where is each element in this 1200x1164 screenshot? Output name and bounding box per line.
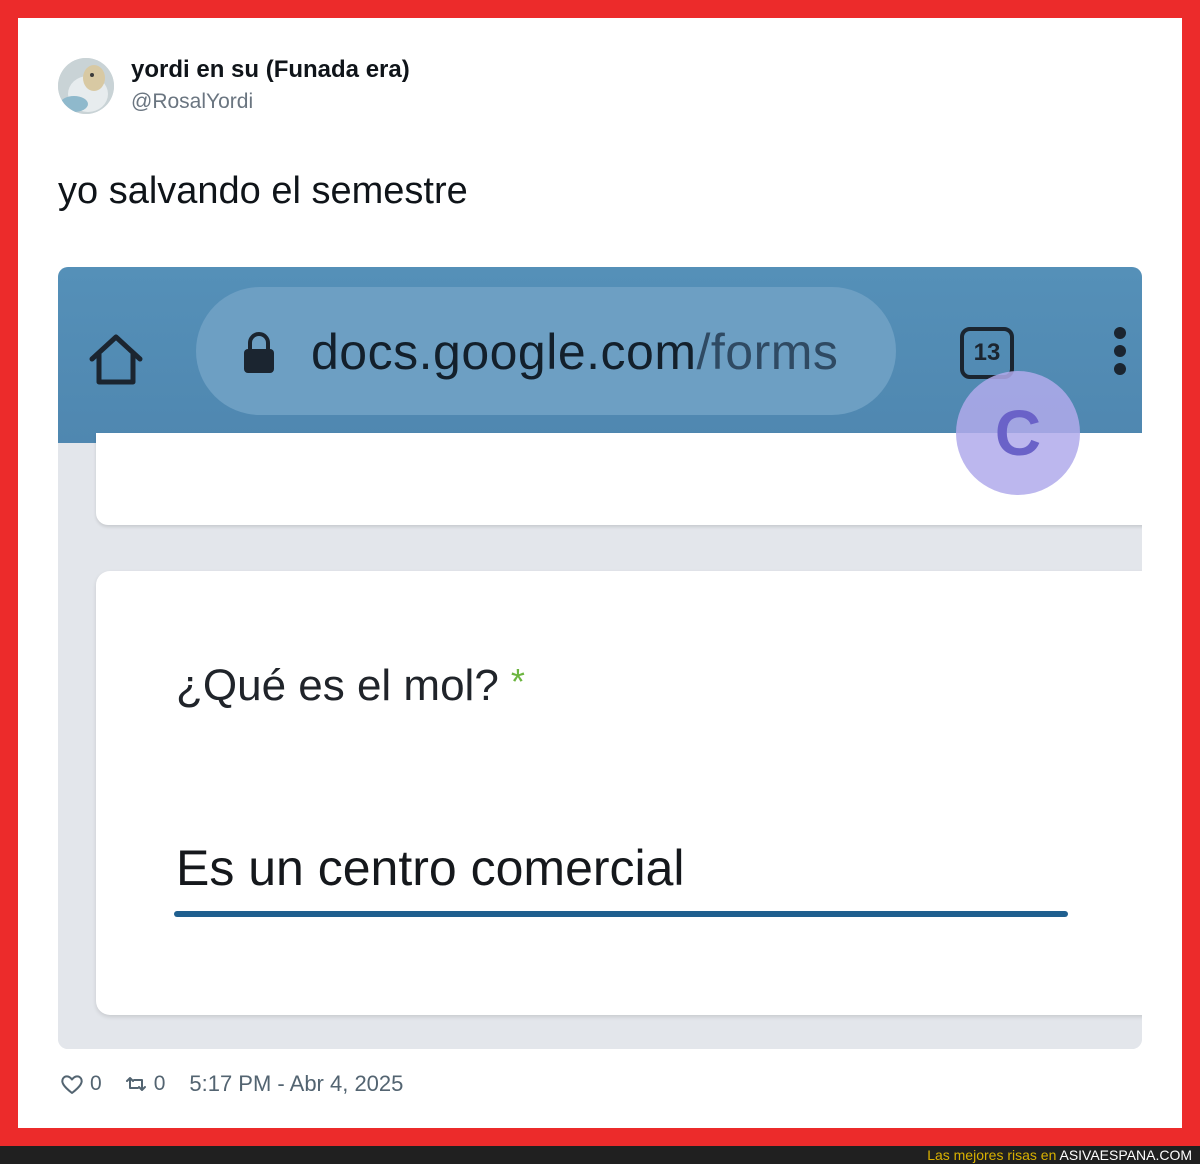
tweet-timestamp[interactable]: 5:17 PM - Abr 4, 2025 <box>189 1071 403 1097</box>
answer-underline <box>174 911 1068 917</box>
tweet-text: yo salvando el semestre <box>58 170 468 212</box>
more-menu-icon <box>1110 325 1130 381</box>
c-badge-icon: C <box>956 371 1080 495</box>
retweet-count: 0 <box>153 1072 166 1095</box>
tab-count: 13 <box>973 339 1001 366</box>
like-count: 0 <box>90 1072 102 1095</box>
answer-text: Es un centro comercial <box>176 840 685 896</box>
tweet-metadata: 0 0 5:17 PM - Abr 4, 2025 <box>58 1068 403 1100</box>
url-domain: docs.google.com <box>311 324 697 380</box>
question-text: ¿Qué es el mol? <box>176 661 499 710</box>
url-text: docs.google.com/forms <box>311 323 838 381</box>
url-path: /forms <box>696 324 839 380</box>
required-marker: * <box>510 661 525 702</box>
display-name[interactable]: yordi en su (Funada era) <box>131 56 410 84</box>
question-title: ¿Qué es el mol? * <box>176 661 525 711</box>
footer-text: Las mejores risas en ASIVAESPANA.COM <box>927 1147 1192 1163</box>
tweet-card: yordi en su (Funada era) @RosalYordi yo … <box>18 18 1182 1128</box>
avatar[interactable] <box>58 58 114 114</box>
google-form: ¿Qué es el mol? * Es un centro comercial <box>58 433 1142 1049</box>
footer-site-link[interactable]: ASIVAESPANA.COM <box>1059 1147 1192 1163</box>
form-question-card: ¿Qué es el mol? * Es un centro comercial <box>96 571 1142 1015</box>
heart-icon[interactable] <box>58 1070 86 1098</box>
avatar-image <box>58 58 114 114</box>
footer-prefix: Las mejores risas en <box>927 1147 1060 1163</box>
tweet-media-screenshot[interactable]: docs.google.com/forms 13 ¿Qué es el mol?… <box>58 267 1142 1049</box>
lock-icon <box>241 331 277 375</box>
retweet-icon[interactable] <box>122 1070 150 1098</box>
home-icon <box>84 327 148 391</box>
user-handle[interactable]: @RosalYordi <box>131 90 253 114</box>
badge-letter: C <box>994 397 1042 469</box>
watermark-footer: Las mejores risas en ASIVAESPANA.COM <box>0 1146 1200 1164</box>
